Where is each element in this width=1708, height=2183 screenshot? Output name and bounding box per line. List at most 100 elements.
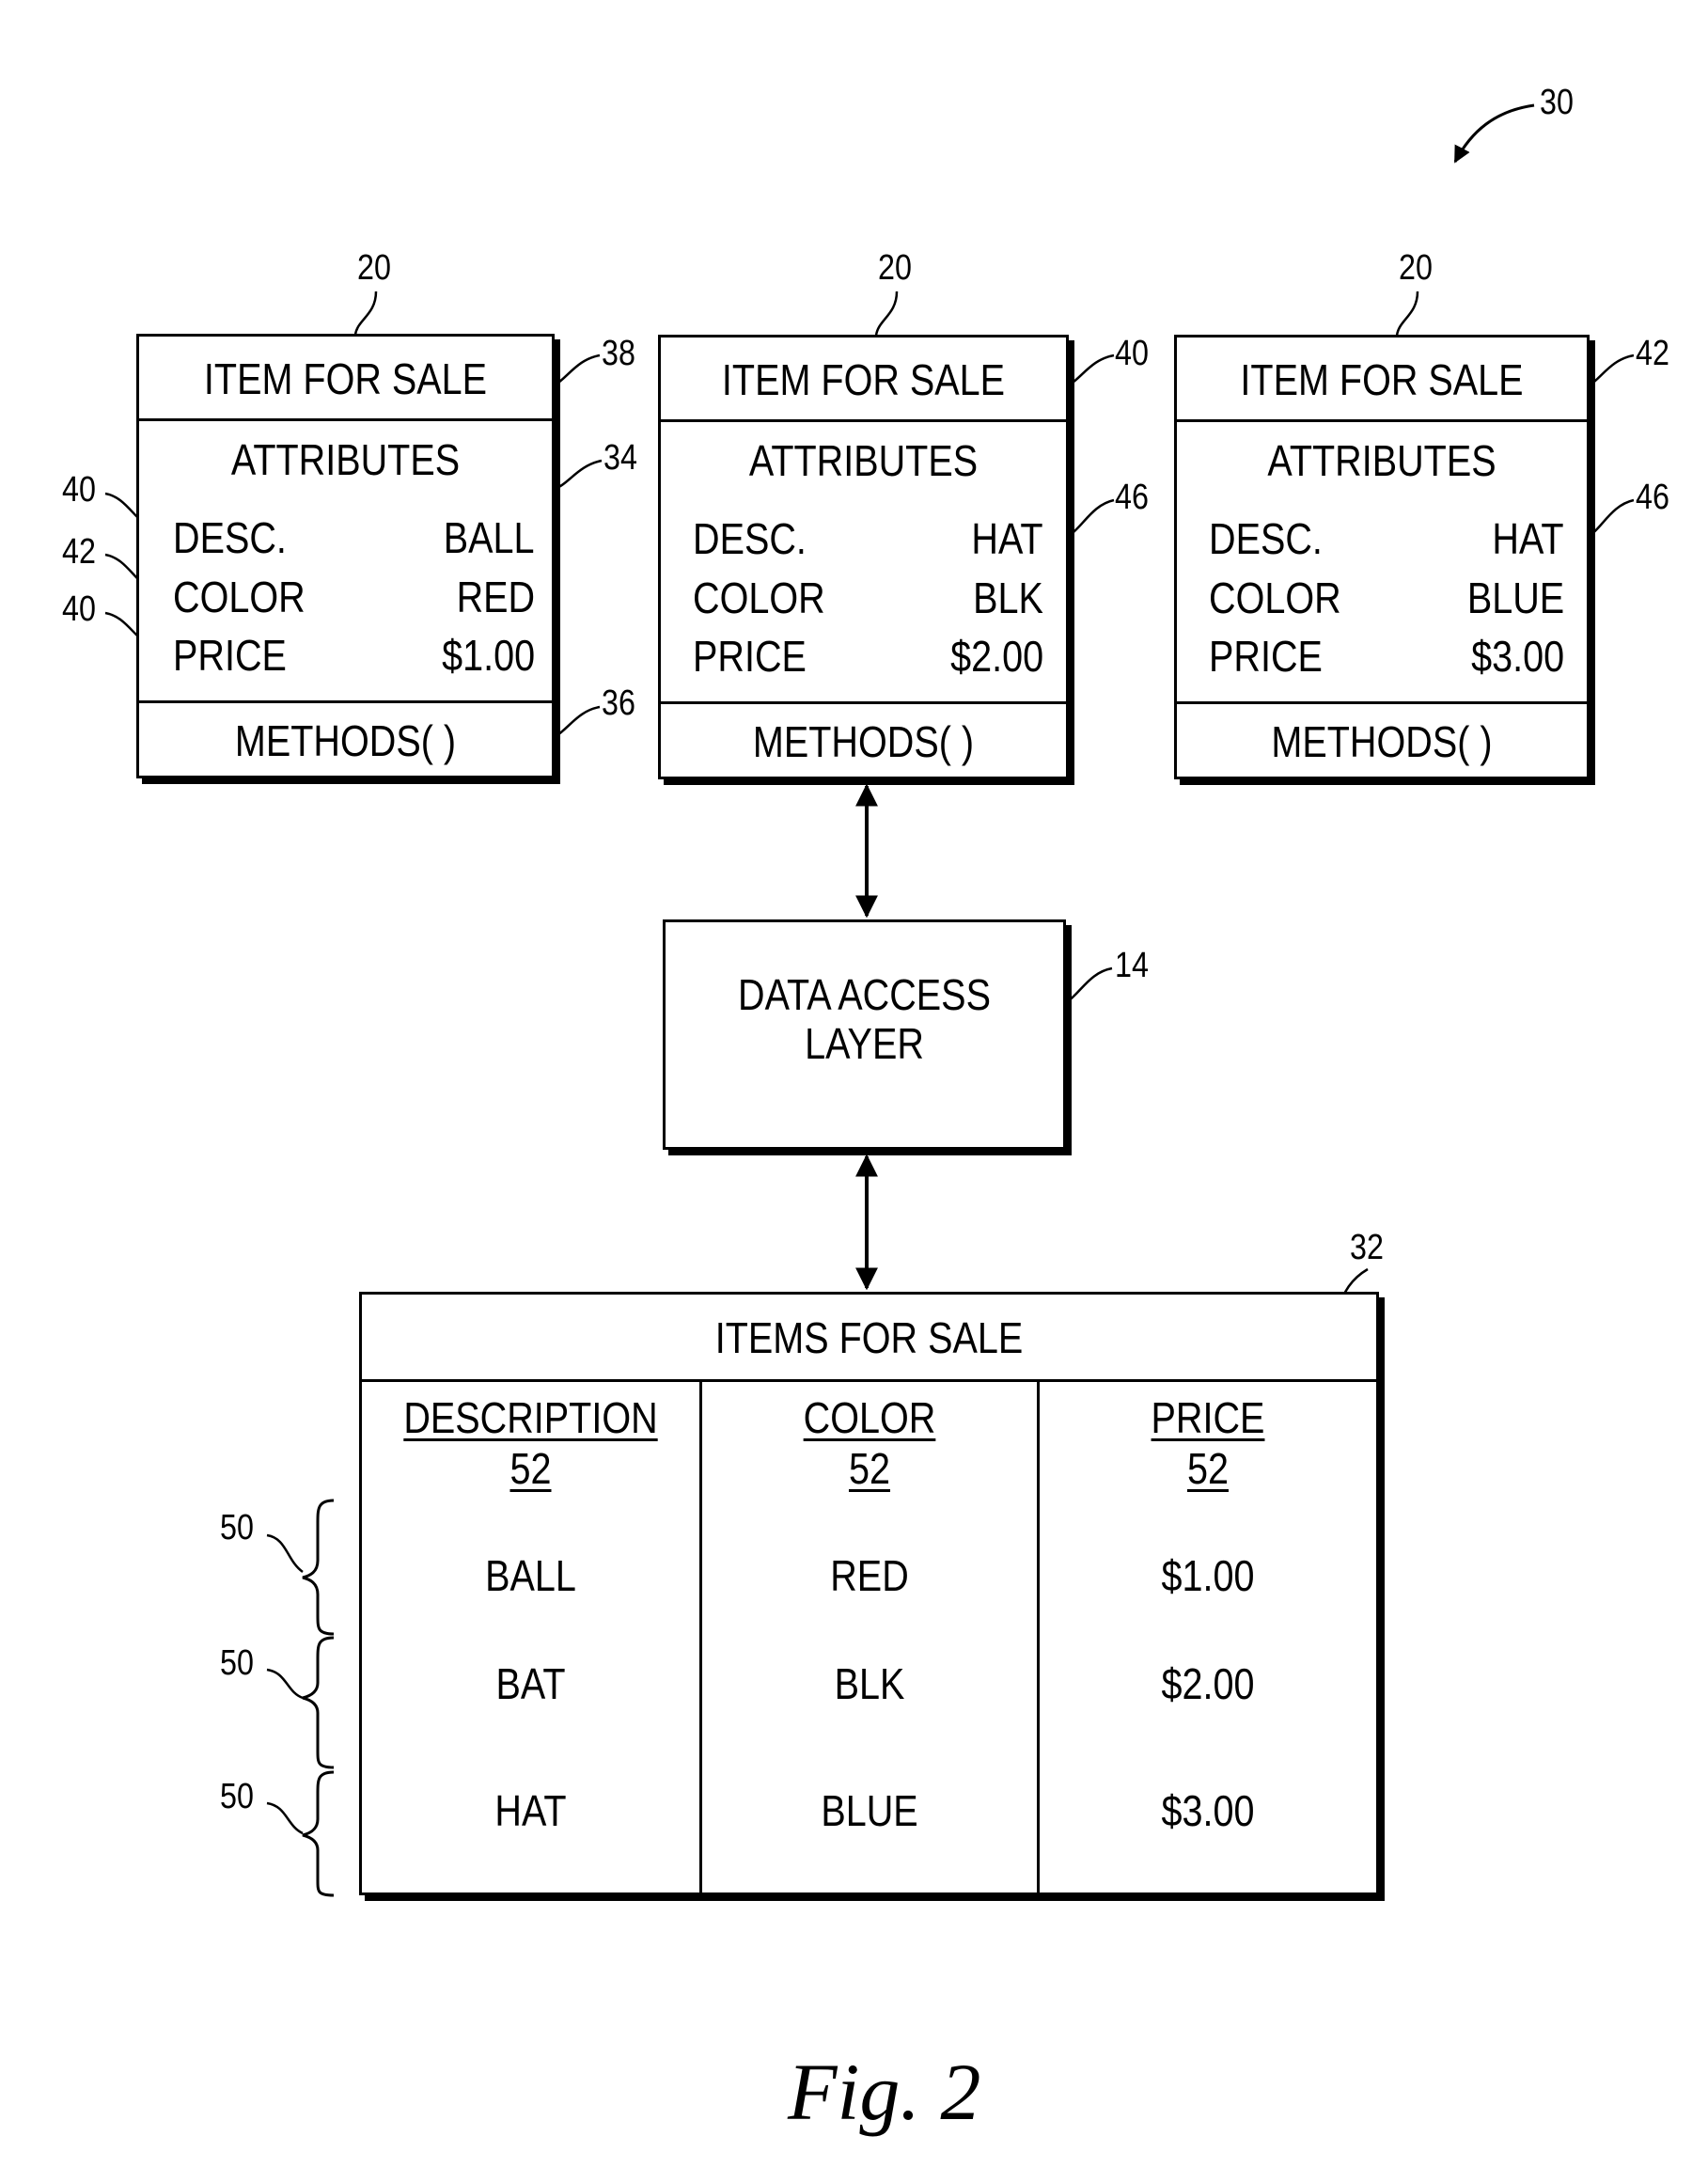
table-title: ITEMS FOR SALE [714, 1313, 1024, 1362]
row-ref-label: 50 [220, 1777, 254, 1816]
attributes-heading: ATTRIBUTES [1267, 436, 1496, 485]
methods-section: METHODS( ) [1177, 707, 1587, 777]
title-ref-label: 42 [1636, 334, 1669, 373]
column-header-name: DESCRIPTION [403, 1393, 658, 1442]
table-cell: BAT [495, 1659, 566, 1708]
data-access-layer-box: DATA ACCESS LAYER [663, 919, 1066, 1150]
column-header-name: PRICE [1151, 1393, 1265, 1442]
methods-section: METHODS( ) [661, 707, 1066, 777]
row-brace-3 [302, 1770, 335, 1897]
attribute-value: BALL [444, 513, 535, 562]
methods-label: METHODS( ) [752, 717, 975, 766]
table-cell: BLUE [821, 1786, 918, 1835]
table-cell: $2.00 [1161, 1659, 1255, 1708]
title-ref-label: 38 [602, 334, 635, 373]
dal-label-line1: DATA ACCESS [738, 970, 991, 1019]
column-header: DESCRIPTION 52 [362, 1392, 699, 1494]
column-header: PRICE 52 [1040, 1392, 1376, 1494]
attribute-value: BLK [973, 573, 1043, 622]
methods-label: METHODS( ) [234, 716, 457, 765]
table-ref-label: 32 [1350, 1228, 1384, 1267]
methods-ref-label: 36 [602, 683, 635, 723]
table-title-section: ITEMS FOR SALE [362, 1295, 1376, 1382]
table-cell: BALL [485, 1551, 576, 1600]
leader-50-2 [266, 1668, 304, 1700]
object-ref-label: 20 [1399, 248, 1433, 288]
object-title-section: ITEM FOR SALE [1177, 338, 1587, 422]
leader-14 [1066, 966, 1113, 1004]
attribute-label: COLOR [173, 573, 306, 621]
table-cell: BLK [834, 1659, 905, 1708]
object-title: ITEM FOR SALE [721, 355, 1006, 404]
attributes-heading: ATTRIBUTES [230, 435, 461, 484]
leader-20-c [1395, 291, 1419, 337]
leader-40-b2 [1068, 353, 1115, 387]
row-brace-2 [302, 1636, 335, 1769]
object-title-section: ITEM FOR SALE [661, 338, 1066, 422]
leader-50-1 [266, 1533, 304, 1574]
figure-ref-label: 30 [1540, 83, 1574, 122]
attribute-value: RED [456, 573, 535, 621]
row-brace-1 [302, 1499, 335, 1636]
object-ref-label: 20 [878, 248, 912, 288]
column-header: COLOR 52 [702, 1392, 1037, 1494]
attributes-section: ATTRIBUTES DESC. HAT COLOR BLK PRICE $2.… [661, 422, 1066, 704]
object-title-section: ITEM FOR SALE [139, 337, 552, 421]
column-header-ref: 52 [1186, 1444, 1229, 1493]
methods-label: METHODS( ) [1271, 717, 1493, 766]
leader-20-b [874, 291, 899, 337]
leader-42-b3 [1589, 353, 1635, 387]
attribute-label: COLOR [1209, 573, 1341, 622]
object-box-2: ITEM FOR SALE ATTRIBUTES DESC. HAT COLOR… [658, 335, 1069, 779]
row-ref-label: 50 [220, 1643, 254, 1683]
attribute-value: $2.00 [949, 632, 1043, 681]
attribute-label: COLOR [693, 573, 825, 622]
column-header-ref: 52 [848, 1444, 890, 1493]
attribute-value: HAT [1492, 514, 1564, 563]
attribute-value: $1.00 [441, 631, 535, 680]
attribute-ref-label: 42 [62, 532, 96, 572]
column-header-name: COLOR [803, 1393, 936, 1442]
dal-label-line2: LAYER [805, 1019, 924, 1068]
object-box-3: ITEM FOR SALE ATTRIBUTES DESC. HAT COLOR… [1174, 335, 1590, 779]
row-ref-label: 50 [220, 1508, 254, 1547]
dal-ref-label: 14 [1115, 946, 1149, 985]
leader-46-b3 [1589, 498, 1635, 538]
attributes-section: ATTRIBUTES DESC. BALL COLOR RED PRICE $1… [139, 421, 552, 703]
attributes-ref-label: 46 [1115, 478, 1149, 517]
items-table: ITEMS FOR SALE DESCRIPTION 52 COLOR 52 P… [359, 1292, 1379, 1895]
leader-34 [554, 459, 603, 491]
object-title: ITEM FOR SALE [1240, 355, 1524, 404]
attributes-ref-label: 34 [603, 438, 637, 478]
table-cell: HAT [494, 1786, 567, 1835]
attribute-label: PRICE [1209, 632, 1323, 681]
attribute-value: BLUE [1466, 573, 1564, 622]
attribute-label: DESC. [693, 514, 807, 563]
table-cell: $1.00 [1161, 1551, 1255, 1600]
object-box-1: ITEM FOR SALE ATTRIBUTES DESC. BALL COLO… [136, 334, 555, 778]
object-ref-label: 20 [357, 248, 391, 288]
attributes-heading: ATTRIBUTES [748, 436, 979, 485]
column-header-ref: 52 [509, 1444, 552, 1493]
leader-36 [554, 705, 601, 739]
leader-38 [554, 353, 601, 387]
leader-46-b2 [1068, 498, 1115, 538]
attribute-label: PRICE [693, 632, 807, 681]
attribute-label: PRICE [173, 631, 287, 680]
attribute-value: HAT [971, 514, 1043, 563]
methods-section: METHODS( ) [139, 706, 552, 776]
title-ref-label: 40 [1115, 334, 1149, 373]
attribute-label: DESC. [173, 513, 287, 562]
object-title: ITEM FOR SALE [203, 354, 488, 403]
figure-ref-arrow [1453, 103, 1535, 164]
attribute-label: DESC. [1209, 514, 1323, 563]
figure-caption: Fig. 2 [788, 2047, 981, 2137]
attribute-ref-label: 40 [62, 470, 96, 510]
attribute-ref-label: 40 [62, 589, 96, 629]
leader-50-3 [266, 1801, 304, 1835]
attributes-ref-label: 46 [1636, 478, 1669, 517]
attributes-section: ATTRIBUTES DESC. HAT COLOR BLUE PRICE $3… [1177, 422, 1587, 704]
table-cell: $3.00 [1161, 1786, 1255, 1835]
leader-20-a [353, 291, 378, 336]
table-cell: RED [830, 1551, 909, 1600]
